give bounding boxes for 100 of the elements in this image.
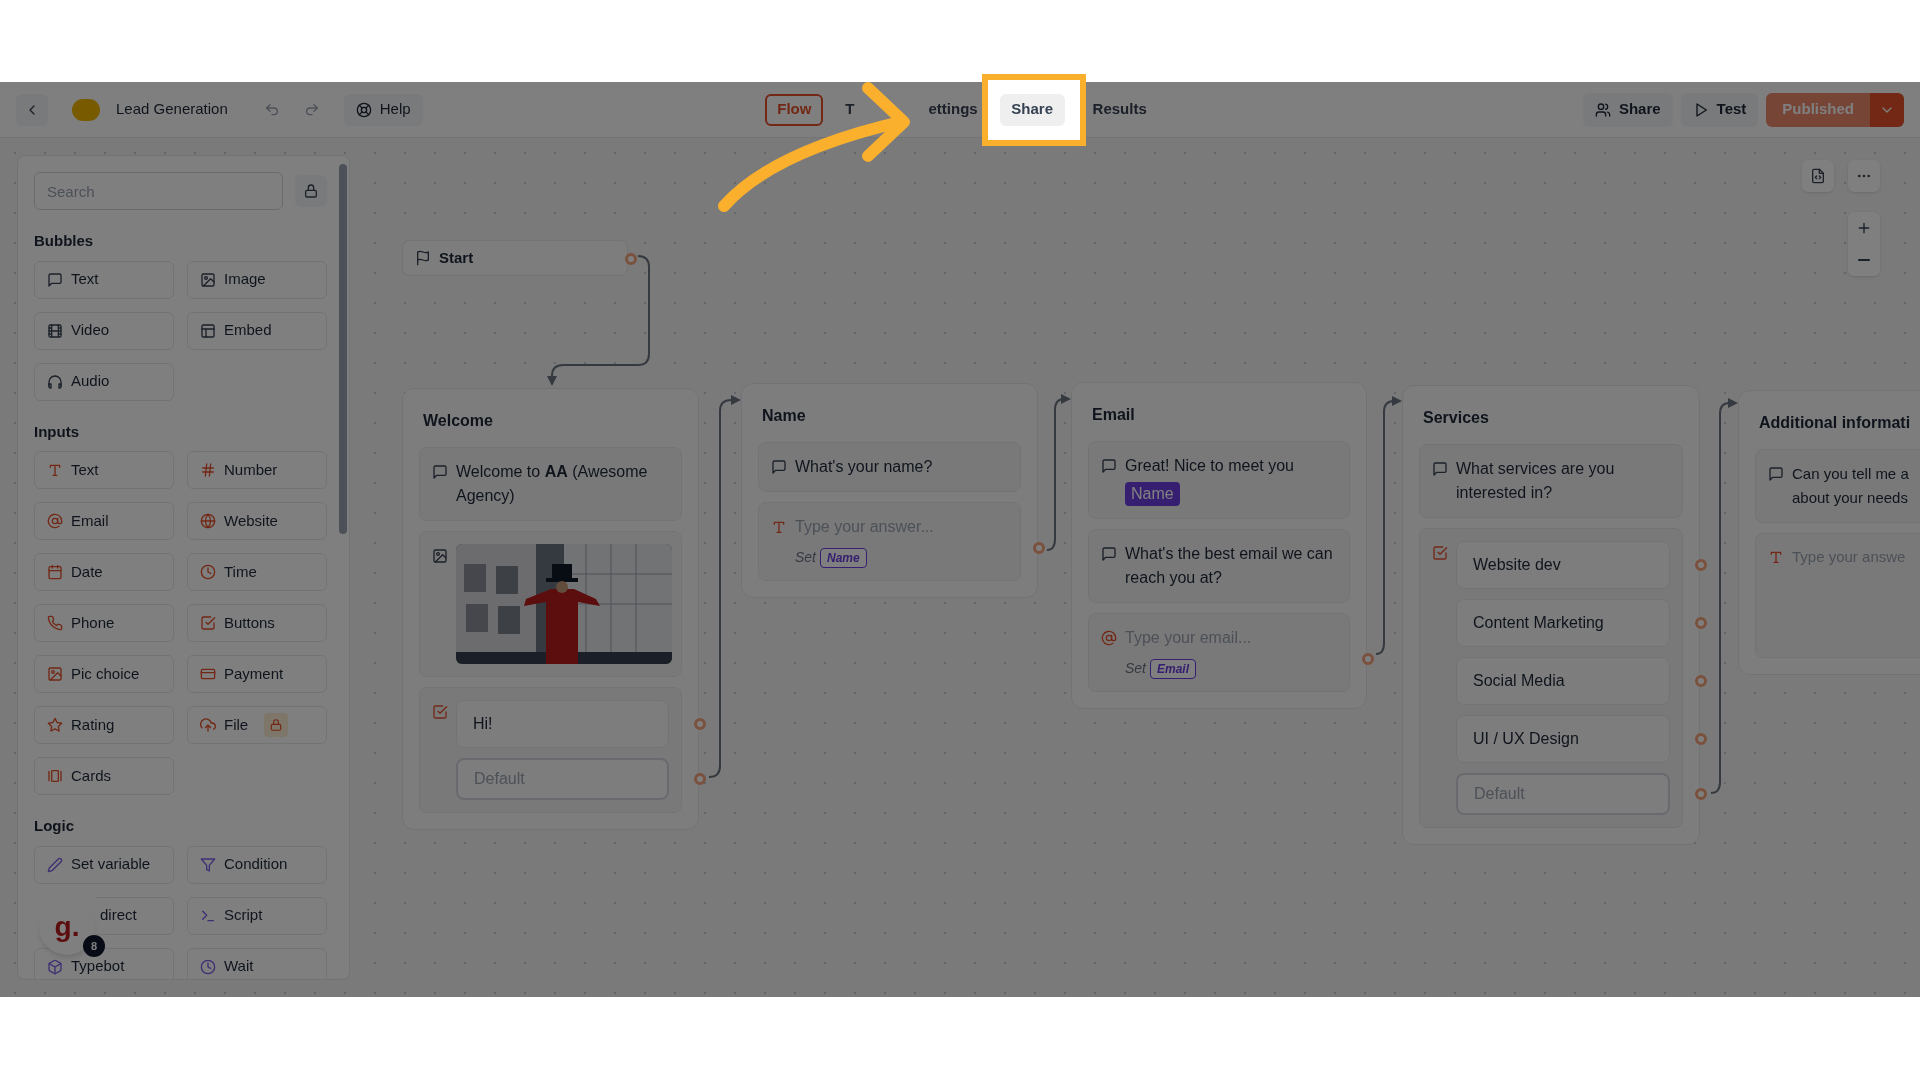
connection-handle[interactable] <box>694 773 706 785</box>
block-item[interactable]: Time <box>187 553 327 591</box>
globe-icon <box>200 513 216 529</box>
lock-icon <box>303 183 320 199</box>
node-title: Welcome <box>422 411 494 431</box>
letter-t-icon <box>47 462 63 478</box>
scrollbar-thumb[interactable] <box>339 164 347 534</box>
block-card[interactable]: Welcome to AA (Awesome Agency) <box>419 447 682 521</box>
block-item[interactable]: Date <box>34 553 174 591</box>
bubble-text: What's your name? <box>795 457 933 477</box>
chat-bubble-icon <box>432 464 448 480</box>
connection-handle[interactable] <box>1695 559 1707 571</box>
block-item[interactable]: File <box>187 706 327 744</box>
tab[interactable]: T <box>845 93 855 126</box>
back-button[interactable] <box>16 93 48 126</box>
tab[interactable]: Results <box>1084 93 1155 126</box>
lock-icon <box>269 718 284 732</box>
connection-handle[interactable] <box>1033 541 1045 554</box>
connection-handle[interactable] <box>625 253 637 265</box>
tab[interactable]: Flow <box>765 93 824 126</box>
connection-handle[interactable] <box>1362 652 1374 665</box>
block-item[interactable]: Embed <box>187 311 327 350</box>
filter-icon <box>200 856 216 873</box>
flow-title[interactable]: Lead Generation <box>116 98 228 121</box>
plus-icon <box>1856 220 1872 236</box>
minus-icon <box>1858 259 1870 261</box>
connection-handle[interactable] <box>1695 675 1707 687</box>
image-icon <box>47 666 63 682</box>
flag-icon <box>415 250 431 266</box>
block-item[interactable]: Wait <box>187 947 327 979</box>
section-heading: Bubbles <box>34 231 95 251</box>
block-card[interactable]: Can you tell me a about your needs <box>1755 449 1920 523</box>
block-item[interactable]: Script <box>187 896 327 935</box>
node-title: Services <box>1422 408 1490 428</box>
cards-icon <box>47 768 63 784</box>
star-icon <box>47 717 63 733</box>
bubble-text-line: Can you tell me a <box>1792 464 1909 484</box>
bubble-text: Great! Nice to meet you <box>1125 456 1294 476</box>
publish-menu-button[interactable] <box>1870 92 1904 127</box>
connection-handle[interactable] <box>1695 617 1707 629</box>
block-item[interactable]: Pic choice <box>34 655 174 693</box>
block-item[interactable]: Cards <box>34 757 174 795</box>
letter-t-icon <box>771 519 787 535</box>
block-item[interactable]: Text <box>34 451 174 489</box>
block-item[interactable]: Set variable <box>34 845 174 884</box>
checkbox-icon <box>1432 545 1448 561</box>
block-item[interactable]: Number <box>187 451 327 489</box>
more-button[interactable] <box>1848 160 1880 192</box>
lifebuoy-icon <box>355 101 372 118</box>
node-title: Start <box>439 247 474 268</box>
variable-tag: Email <box>1150 658 1197 679</box>
chat-bubble-icon <box>47 271 63 288</box>
users-icon <box>1594 101 1611 118</box>
tab[interactable]: ettings <box>928 93 978 126</box>
test-button[interactable]: Test <box>1680 92 1759 127</box>
node-title: Additional informati <box>1758 413 1912 433</box>
image-icon <box>200 271 216 288</box>
phone-icon <box>47 615 63 631</box>
block-item[interactable]: Condition <box>187 845 327 884</box>
block-item[interactable]: Rating <box>34 706 174 744</box>
bubble-text: What services are you interested in? <box>1456 459 1616 503</box>
block-item[interactable]: direct <box>96 896 174 935</box>
chat-bubble-icon <box>1768 466 1784 482</box>
film-icon <box>47 322 63 339</box>
set-label: Set <box>1125 659 1146 678</box>
at-sign-icon <box>47 513 63 529</box>
share-button[interactable]: Share <box>1582 92 1673 127</box>
code-file-icon <box>1810 168 1826 184</box>
connection-handle[interactable] <box>1695 733 1707 745</box>
cloud-upload-icon <box>200 717 216 733</box>
block-card[interactable] <box>419 531 682 677</box>
code-export-button[interactable] <box>1802 160 1834 192</box>
block-item[interactable]: Audio <box>34 362 174 401</box>
block-item[interactable]: Email <box>34 502 174 540</box>
help-button[interactable]: Help <box>343 93 423 126</box>
checkbox-icon <box>432 704 448 720</box>
variable-tag: Name <box>1125 482 1180 506</box>
connection-handle[interactable] <box>694 718 706 730</box>
headphones-icon <box>47 373 63 390</box>
block-card[interactable]: Great! Nice to meet you Name <box>1088 441 1350 519</box>
connection-handle[interactable] <box>1695 788 1707 800</box>
block-item[interactable]: Phone <box>34 604 174 642</box>
block-card[interactable]: What's your name? <box>758 442 1021 492</box>
block-card[interactable]: What services are you interested in? <box>1419 444 1683 518</box>
at-sign-icon <box>1101 630 1117 646</box>
block-card[interactable]: What's the best email we can reach you at? <box>1088 529 1350 603</box>
block-item[interactable]: Website <box>187 502 327 540</box>
block-item[interactable]: Video <box>34 311 174 350</box>
block-item[interactable]: Image <box>187 260 327 299</box>
chat-bubble-icon <box>771 459 787 475</box>
pencil-icon <box>47 856 63 873</box>
tab[interactable]: Share <box>999 93 1065 126</box>
block-item[interactable]: Text <box>34 260 174 299</box>
variable-tag: Name <box>820 547 867 568</box>
block-item[interactable]: Buttons <box>187 604 327 642</box>
clock-icon <box>200 564 216 580</box>
block-item[interactable]: Payment <box>187 655 327 693</box>
lock-button[interactable] <box>295 175 327 207</box>
section-heading: Logic <box>34 816 75 836</box>
bubble-text: What's the best email we can reach you at? <box>1125 544 1334 588</box>
